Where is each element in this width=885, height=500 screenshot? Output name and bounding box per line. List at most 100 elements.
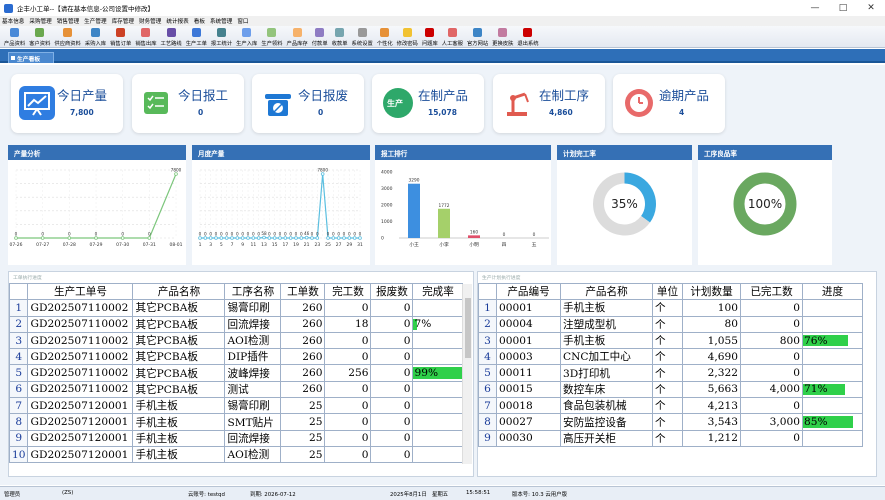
column-header[interactable]: 单位 (652, 282, 683, 301)
column-header[interactable]: 计划数量 (682, 282, 741, 301)
menu-item-7[interactable]: 看板 (194, 17, 205, 25)
table-cell: GD202507120001 (27, 429, 134, 447)
toolbar-button-14[interactable]: 系统设置 (350, 25, 375, 47)
table-cell: 2,322 (682, 364, 741, 382)
data-point (40, 236, 45, 240)
table-row[interactable]: 7 GD202507120001 手机主板 锡膏印刷 25 0 0 (8, 397, 464, 415)
column-header[interactable]: 完成率 (412, 282, 464, 301)
column-header[interactable]: 工单数 (280, 282, 326, 301)
table-row[interactable]: 1 GD202507110002 其它PCBA板 锡膏印刷 260 0 0 (8, 299, 464, 317)
scrollbar-thumb[interactable] (465, 298, 471, 358)
table-row[interactable]: 9 00030 高压开关柜个 1,212 0 (478, 429, 863, 447)
row-number: 3 (8, 331, 29, 350)
toolbar-button-18[interactable]: 人工客服 (440, 25, 465, 47)
table-row[interactable]: 10 GD202507120001 手机主板 AOI检测 25 0 0 (8, 445, 464, 464)
table-row[interactable]: 8 GD202507120001 手机主板 SMT贴片 25 0 0 (8, 413, 464, 431)
column-header[interactable]: 工序名称 (224, 282, 282, 301)
toolbar-button-19[interactable]: 官方网站 (465, 25, 490, 47)
chart-board-icon (19, 86, 55, 120)
column-header[interactable]: 产品编号 (496, 282, 561, 301)
toolbar-button-3[interactable]: 采购入库 (83, 25, 108, 47)
table-row[interactable]: 7 00018 食品包装机械个 4,213 0 (478, 397, 863, 415)
menu-item-0[interactable]: 基本信息 (2, 17, 24, 25)
toolbar-button-8[interactable]: 报工统计 (209, 25, 234, 47)
toolbar-button-13[interactable]: 收款单 (330, 25, 350, 47)
table-row[interactable]: 6 00015 数控车床个 5,663 4,000 71% (478, 380, 863, 399)
table-cell: 波峰焊接 (224, 364, 282, 382)
table-row[interactable]: 4 GD202507110002 其它PCBA板 DIP插件 260 0 0 (8, 348, 464, 366)
toolbar-button-1[interactable]: 客户资料 (27, 25, 52, 47)
card-overdue: 逾期产品 4 (613, 74, 725, 133)
close-button[interactable]: ✕ (857, 0, 885, 16)
toolbar-button-5[interactable]: 销售出库 (133, 25, 158, 47)
toolbar-button-21[interactable]: 退出系统 (515, 25, 540, 47)
data-point (358, 236, 362, 240)
vertical-scrollbar[interactable] (462, 284, 472, 464)
toolbar-button-2[interactable]: 供应商资料 (52, 25, 83, 47)
toolbar-button-11[interactable]: 产品库存 (285, 25, 310, 47)
toolbar-button-17[interactable]: 问题库 (420, 25, 440, 47)
table-row[interactable]: 4 00003 CNC加工中心个 4,690 0 (478, 348, 863, 366)
dashboard-content: 今日产量 7,800 今日报工 0 今日报废 0 生产 在制产品 15,078 … (0, 65, 885, 485)
checklist-icon (140, 86, 176, 120)
column-header[interactable]: 产品名称 (560, 282, 653, 301)
column-header[interactable]: 已完工数 (740, 282, 803, 301)
row-number: 6 (8, 380, 29, 399)
table-row[interactable]: 5 GD202507110002 其它PCBA板 波峰焊接 260 256 0 99% (8, 364, 464, 382)
table-cell: 0 (370, 429, 414, 447)
menu-item-5[interactable]: 财务管理 (139, 17, 161, 25)
column-header[interactable]: 完工数 (324, 282, 372, 301)
card-label: 逾期产品 (659, 88, 710, 103)
tab-production-board[interactable]: 生产看板 (8, 52, 54, 63)
x-tick-label: 小王 (409, 241, 419, 248)
toolbar-button-15[interactable]: 个性化 (375, 25, 395, 47)
column-header[interactable] (8, 282, 29, 301)
toolbar-button-0[interactable]: 产品资料 (2, 25, 27, 47)
table-cell: 00004 (496, 315, 561, 333)
table-row[interactable]: 2 00004 注塑成型机个 80 0 (478, 315, 863, 333)
toolbar-button-12[interactable]: 付款单 (310, 25, 330, 47)
toolbar-button-6[interactable]: 工艺路线 (159, 25, 184, 47)
table-cell: 手机主板 (132, 429, 226, 447)
table-cell: 0 (740, 315, 803, 333)
toolbar-button-16[interactable]: 修改密码 (395, 25, 420, 47)
menu-item-1[interactable]: 采购管理 (29, 17, 51, 25)
column-header[interactable]: 生产工单号 (27, 282, 134, 301)
table-cell: GD202507110002 (27, 299, 134, 317)
data-label: 0 (284, 232, 287, 237)
table-row[interactable]: 2 GD202507110002 其它PCBA板 回流焊接 260 18 0 7% (8, 315, 464, 333)
menu-item-3[interactable]: 生产管理 (84, 17, 106, 25)
toolbar-button-7[interactable]: 生产工单 (184, 25, 209, 47)
toolbar-label: 系统设置 (351, 41, 373, 47)
column-header[interactable]: 报废数 (370, 282, 414, 301)
table-row[interactable]: 3 GD202507110002 其它PCBA板 AOI检测 260 0 0 (8, 331, 464, 350)
column-header[interactable] (478, 282, 497, 301)
y-tick-label: 2000 (381, 203, 393, 209)
toolbar-button-20[interactable]: 更换皮肤 (490, 25, 515, 47)
table-cell: 手机主板 (132, 445, 226, 464)
table-row[interactable]: 5 00011 3D打印机个 2,322 0 (478, 364, 863, 382)
row-number: 4 (8, 348, 29, 366)
table-row[interactable]: 8 00027 安防监控设备个 3,543 3,000 85% (478, 413, 863, 431)
menu-item-9[interactable]: 窗口 (237, 17, 248, 25)
table-row[interactable]: 9 GD202507120001 手机主板 回流焊接 25 0 0 (8, 429, 464, 447)
toolbar-button-9[interactable]: 生产入库 (234, 25, 259, 47)
column-header[interactable]: 进度 (802, 282, 863, 301)
table-row[interactable]: 1 00001 手机主板个 100 0 (478, 299, 863, 317)
table-row[interactable]: 6 GD202507110002 其它PCBA板 测试 260 0 0 (8, 380, 464, 399)
toolbar-button-4[interactable]: 销售订单 (108, 25, 133, 47)
yield-rate-chart: 100% (733, 172, 797, 236)
menu-item-2[interactable]: 销售管理 (57, 17, 79, 25)
menu-item-4[interactable]: 库存管理 (112, 17, 134, 25)
minimize-button[interactable]: — (801, 0, 829, 16)
x-tick-label: 07-26 (9, 242, 22, 248)
menu-item-8[interactable]: 系统管理 (210, 17, 232, 25)
table-cell: DIP插件 (224, 348, 282, 366)
maximize-button[interactable]: □ (829, 0, 857, 16)
table-row[interactable]: 3 00001 手机主板个 1,055 800 76% (478, 331, 863, 350)
menu-item-6[interactable]: 统计报表 (166, 17, 188, 25)
column-header[interactable]: 产品名称 (132, 282, 226, 301)
toolbar-button-10[interactable]: 生产领料 (259, 25, 284, 47)
row-number: 10 (8, 445, 29, 464)
data-label: 0 (268, 232, 271, 237)
